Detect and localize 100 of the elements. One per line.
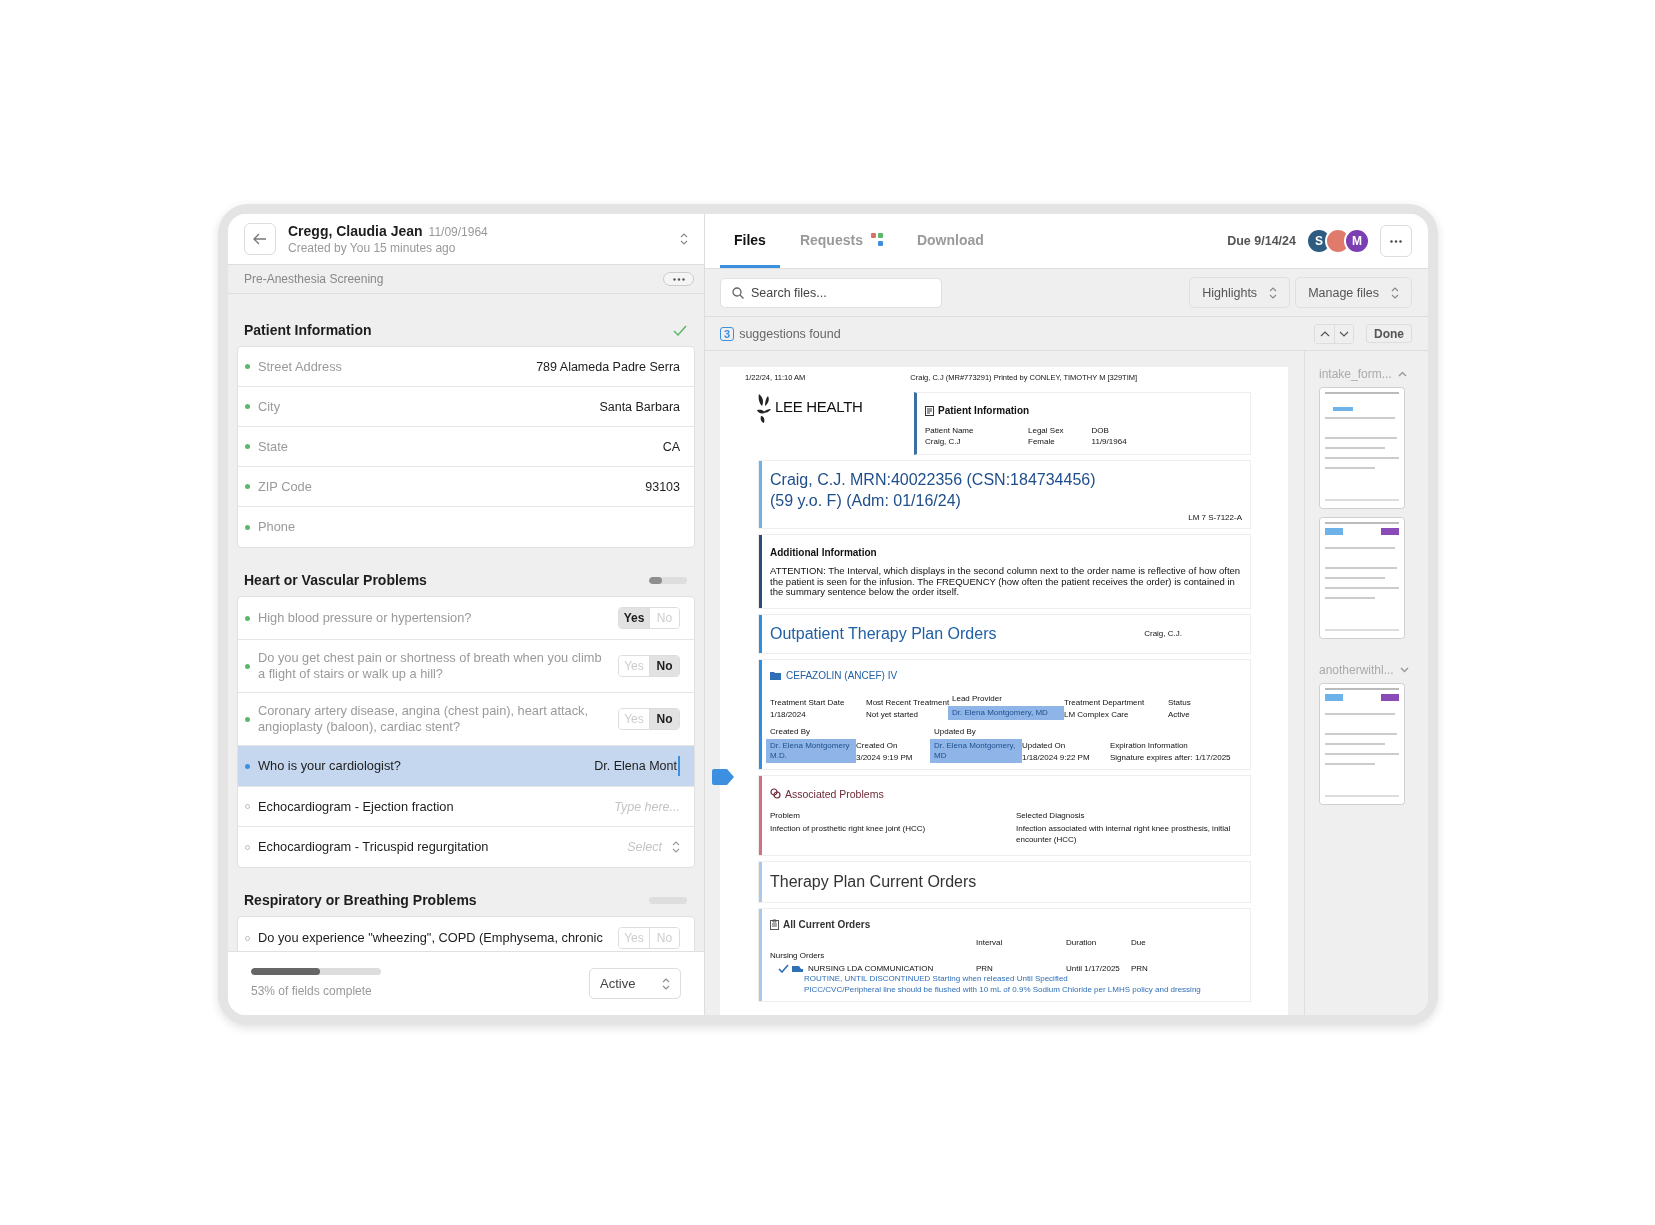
doc-heading: All Current Orders [783, 918, 871, 930]
toggle-option[interactable]: Yes [619, 608, 649, 628]
doc-value: 3/2024 9:19 PM [856, 752, 914, 763]
doc-label: Status [1168, 696, 1192, 708]
doc-label: Created By [770, 725, 812, 737]
leaf-logo-icon [755, 392, 773, 424]
doc-label: Expiration Information [1110, 739, 1189, 751]
doc-label: Problem [770, 809, 801, 821]
toggle-option[interactable]: No [649, 656, 679, 676]
order-name: NURSING LDA COMMUNICATION [808, 963, 934, 973]
answer-field[interactable]: Dr. Elena Mont [527, 759, 677, 773]
form-row[interactable]: Echocardiogram - Tricuspid regurgitation Select [238, 827, 694, 867]
page-thumbnail[interactable] [1319, 517, 1405, 639]
form-row[interactable]: Street Address 789 Alameda Padre Serra [238, 347, 694, 387]
field-label: Phone [258, 519, 296, 535]
more-icon [1390, 239, 1402, 243]
more-button[interactable] [663, 272, 694, 286]
doc-value: Female [1028, 437, 1056, 446]
chevron-down-icon[interactable] [1399, 667, 1409, 673]
doc-label: Updated By [934, 725, 977, 737]
doc-heading: Additional Information [770, 547, 878, 558]
updown-icon [1269, 286, 1278, 299]
table-cell-text: Until 1/17/2025 [1066, 963, 1121, 973]
more-icon [672, 277, 685, 281]
doc-value: 11/9/1964 [1091, 437, 1127, 446]
updown-icon [1391, 286, 1399, 299]
field-label: Echocardiogram - Ejection fraction [258, 798, 455, 815]
column-header: Interval [976, 937, 1004, 947]
form-row[interactable]: City Santa Barbara [238, 387, 694, 427]
next-button[interactable] [1334, 324, 1353, 343]
doc-heading: Outpatient Therapy Plan Orders [770, 624, 997, 643]
answer-field[interactable]: Type here... [530, 799, 680, 814]
doc-value: Not yet started [866, 709, 920, 720]
doc-heading: Associated Problems [785, 787, 884, 800]
toggle-option[interactable]: No [649, 709, 679, 729]
more-button[interactable] [1380, 225, 1412, 257]
doc-value: Dr. Elena Montgomery, MD [930, 738, 1022, 763]
doc-label: Patient Name [925, 426, 975, 435]
chevron-up-icon[interactable] [1397, 371, 1407, 377]
doc-label: Legal Sex [1028, 426, 1064, 435]
search-field[interactable]: Search files... [720, 277, 942, 308]
section-title: Respiratory or Breathing Problems [244, 892, 477, 908]
field-label: Do you get chest pain or shortness of breath when you climb a flight of stairs or walk up a hill? [258, 650, 603, 682]
updown-icon[interactable] [680, 233, 688, 245]
room-label: LM 7 S-7122-A [1188, 513, 1242, 522]
folder-icon [770, 670, 782, 680]
doc-label: Lead Provider [952, 692, 1003, 704]
doc-value: 1/18/2024 9:22 PM [1022, 752, 1091, 763]
toolbar-dropdown[interactable]: Highlights [1189, 277, 1291, 308]
squares-icon [870, 232, 883, 247]
doc-value: LM Complex Care [1064, 709, 1130, 720]
patient-dob: 11/09/1964 [428, 225, 488, 239]
doc-heading: Therapy Plan Current Orders [770, 871, 978, 892]
field-label: ZIP Code [258, 478, 313, 495]
due-date: Due 9/14/24 [1227, 234, 1296, 248]
patient-name: Cregg, Claudia Jean [288, 223, 423, 239]
field-label: Echocardiogram - Tricuspid regurgitation [258, 839, 490, 855]
page-thumbnail[interactable] [1319, 387, 1405, 509]
form-row[interactable]: ZIP Code 93103 [238, 467, 694, 507]
tab[interactable]: Files [720, 214, 780, 268]
count-badge: 3 [720, 326, 735, 341]
section-title: Patient Information [244, 322, 372, 338]
back-button[interactable] [244, 223, 276, 255]
check-truck-icon [778, 963, 804, 973]
note-icon [925, 405, 934, 416]
form-row[interactable]: Echocardiogram - Ejection fraction Type here... [238, 787, 694, 827]
doc-value: Dr. Elena Montgomery, MD [948, 705, 1064, 720]
field-value: 789 Alameda Padre Serra [536, 359, 680, 374]
doc-label: Updated On [1022, 739, 1067, 751]
doc-paragraph: ATTENTION: The Interval, which displays in the second column next to the order name is reflective of how often the patient is seen for the infusion. The FREQUENCY (how often the patient receives the order) is contained in the summary sentence below the order itself. [770, 566, 1242, 598]
doc-value: Infection associated with internal right knee prosthesis, initial encounter (HCC) [1016, 822, 1232, 845]
doc-label: Treatment Department [1064, 696, 1146, 708]
form-name: Pre-Anesthesia Screening [244, 272, 384, 286]
back-arrow-icon [253, 233, 267, 245]
suggestions-text: suggestions found [739, 326, 842, 341]
search-icon [732, 286, 744, 299]
page-thumbnail[interactable] [1319, 683, 1405, 805]
doc-label: Created On [856, 739, 899, 751]
chevron-down-icon [1339, 330, 1349, 337]
suggestion-marker-icon[interactable] [712, 769, 734, 785]
doc-label: Nursing Orders [770, 950, 826, 960]
avatar[interactable]: M [1344, 228, 1370, 254]
doc-label: Treatment Start Date [770, 696, 846, 708]
toolbar-dropdown[interactable]: Manage files [1295, 277, 1412, 308]
doc-heading: CEFAZOLIN (ANCEF) IV [786, 669, 898, 681]
doc-value: 1/18/2024 [770, 709, 807, 720]
doc-label: DOB [1091, 426, 1110, 435]
field-label: Coronary artery disease, angina (chest pain), heart attack, angioplasty (baloon), cardiac stent? [258, 703, 590, 735]
doc-value: Active [1168, 709, 1191, 720]
field-label: State [258, 438, 289, 455]
doc-value: Signature expires after: 1/17/2025 [1110, 752, 1232, 763]
status-dropdown[interactable]: Active [589, 968, 681, 999]
updown-icon [672, 841, 680, 853]
field-label: Who is your cardiologist? [258, 758, 402, 774]
banner-title: Craig, C.J. MRN:40022356 (CSN:184734456) (59 y.o. F) (Adm: 01/16/24) [770, 470, 1097, 511]
form-row[interactable]: Who is your cardiologist? Dr. Elena Mont [238, 746, 694, 787]
clipboard-icon [770, 918, 779, 930]
form-row[interactable]: State CA [238, 427, 694, 467]
created-info: Created by You 15 minutes ago [288, 241, 457, 255]
done-button[interactable]: Done [1366, 324, 1412, 343]
